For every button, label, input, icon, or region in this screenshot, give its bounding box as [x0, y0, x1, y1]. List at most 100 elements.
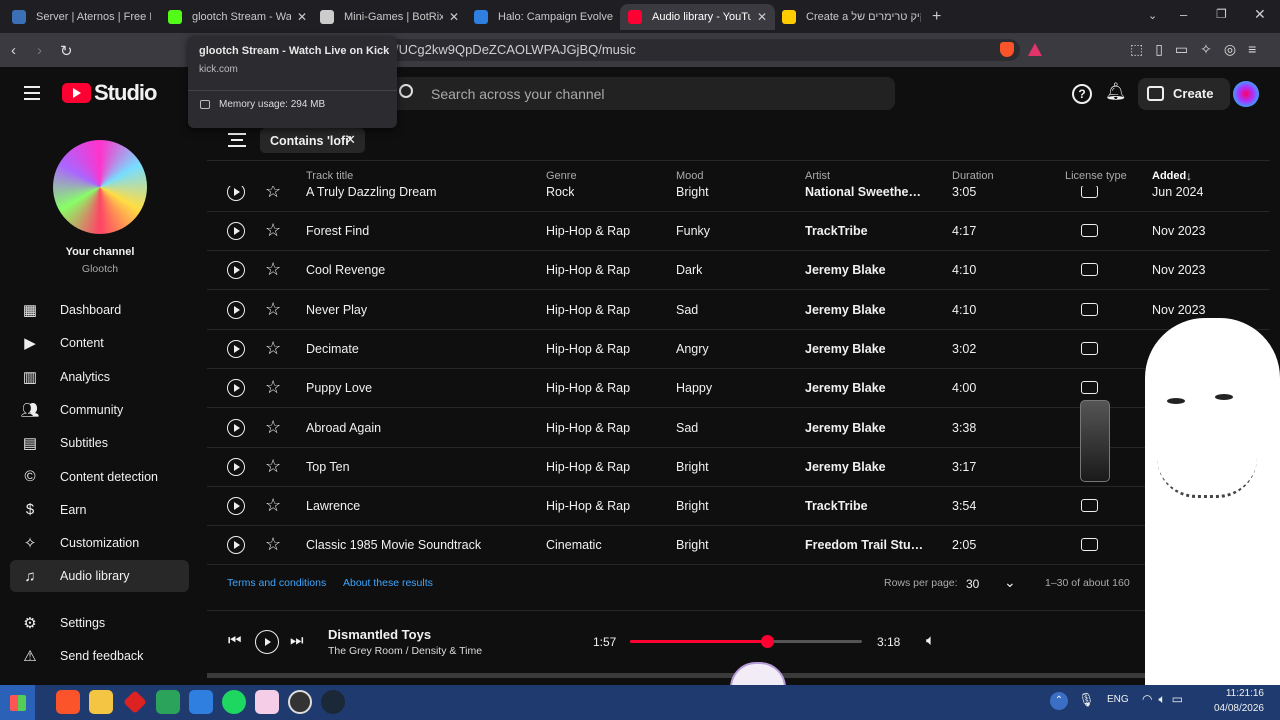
table-row[interactable]: ☆ Classic 1985 Movie Soundtrack Cinematic B… [207, 526, 1270, 566]
column-header[interactable]: Genre [546, 170, 577, 182]
table-row-partial[interactable]: ☆ A Truly Dazzling Dream Rock Bright Nationa… [207, 186, 1270, 212]
progress-track[interactable] [630, 635, 862, 648]
tray-chevron-icon[interactable]: ⌃ [1050, 692, 1068, 710]
start-button[interactable] [0, 685, 35, 720]
next-track-icon[interactable]: ⏭︎ [290, 632, 304, 649]
notifications-bell-icon[interactable]: 🔔︎ [1105, 82, 1127, 102]
star-icon[interactable]: ☆ [265, 496, 281, 514]
tab-5[interactable]: Create a קיק טרימרים של [774, 4, 929, 30]
taskbar-spotify-icon[interactable] [222, 690, 246, 714]
row-play-button[interactable] [227, 536, 245, 555]
account-avatar[interactable] [1233, 81, 1259, 107]
player-play-button[interactable] [255, 630, 279, 654]
volume-icon[interactable]: 🔈︎ [926, 632, 935, 649]
row-play-button[interactable] [227, 497, 245, 516]
progress-knob[interactable] [760, 635, 774, 648]
table-row[interactable]: ☆ Top Ten Hip-Hop & Rap Bright Jeremy Blake 3… [207, 448, 1270, 487]
license-icon[interactable] [1081, 263, 1098, 277]
license-icon[interactable] [1081, 224, 1098, 237]
table-row[interactable]: ☆ Never Play Hip-Hop & Rap Sad Jeremy Blake 4… [207, 291, 1270, 330]
sidebar-item-content[interactable]: ▶ Content [10, 327, 189, 359]
sidebar-item-subtitles[interactable]: ▤ Subtitles [10, 427, 189, 459]
channel-avatar[interactable] [53, 140, 147, 234]
close-icon[interactable]: ✕ [345, 132, 356, 148]
sidebar-item-analytics[interactable]: ▥ Analytics [10, 361, 189, 393]
star-icon[interactable]: ☆ [265, 339, 281, 357]
back-arrow-icon[interactable]: ‹ [11, 42, 16, 59]
sidebar-item-customization[interactable]: ✧ Customization [10, 527, 189, 559]
filter-chip[interactable]: Contains 'lofi' ✕ [260, 128, 365, 153]
star-icon[interactable]: ☆ [265, 300, 281, 318]
taskbar-obs-icon[interactable] [288, 690, 312, 714]
close-tab-icon[interactable]: ✕ [757, 10, 767, 24]
sidebar-item-community[interactable]: 👥︎ Community [10, 394, 189, 426]
close-window-button[interactable]: ✕ [1254, 6, 1266, 23]
rows-per-page-select[interactable]: 30 [966, 577, 979, 591]
help-icon[interactable]: ? [1072, 84, 1092, 104]
horizontal-scrollbar[interactable] [207, 673, 1200, 678]
row-play-button[interactable] [227, 457, 245, 476]
column-header[interactable]: License type [1065, 170, 1127, 182]
taskbar-pink-app-icon[interactable] [255, 690, 279, 714]
row-play-button[interactable] [227, 261, 245, 280]
sidebar-item-dashboard[interactable]: ▦ Dashboard [10, 294, 189, 326]
close-tab-icon[interactable]: ✕ [449, 10, 459, 24]
taskbar-folder-icon[interactable] [89, 690, 113, 714]
star-icon[interactable]: ☆ [265, 378, 281, 396]
star-icon[interactable]: ☆ [265, 418, 281, 436]
create-button[interactable]: Create [1138, 78, 1230, 110]
taskbar-green-app-icon[interactable] [156, 690, 180, 714]
star-icon[interactable]: ☆ [265, 457, 281, 475]
tab-3[interactable]: Halo: Campaign Evolved [466, 4, 621, 30]
brave-shields-icon[interactable] [1000, 42, 1014, 57]
table-row[interactable]: ☆ Abroad Again Hip-Hop & Rap Sad Jeremy Blak… [207, 409, 1270, 448]
star-icon[interactable]: ☆ [265, 186, 281, 200]
column-header[interactable]: Mood [676, 170, 704, 182]
language-indicator[interactable]: ENG [1107, 694, 1129, 705]
filter-icon[interactable] [228, 133, 246, 147]
minimize-button[interactable]: – [1180, 7, 1187, 22]
sidebar-item-earn[interactable]: $ Earn [10, 494, 189, 526]
row-play-button[interactable] [227, 379, 245, 398]
toolbar-icons[interactable]: ⬚▯▭✧◎≡ [1130, 41, 1268, 58]
microphone-icon[interactable]: 🎙︎ [1078, 692, 1095, 708]
tab-4[interactable]: Audio library - YouTu ✕ [620, 4, 775, 30]
previous-track-icon[interactable]: ⏮︎ [228, 632, 242, 649]
maximize-button[interactable]: ❐ [1216, 7, 1227, 21]
tab-1[interactable]: glootch Stream - Wa ✕ [160, 4, 315, 30]
tab-2[interactable]: Mini-Games | BotRix — C ✕ [312, 4, 467, 30]
row-play-button[interactable] [227, 186, 245, 201]
table-row[interactable]: ☆ Decimate Hip-Hop & Rap Angry Jeremy Blake 3… [207, 330, 1270, 369]
license-icon[interactable] [1081, 186, 1098, 198]
sidebar-item-feedback[interactable]: ⚠ Send feedback [10, 640, 189, 672]
star-icon[interactable]: ☆ [265, 221, 281, 239]
column-header[interactable]: Artist [805, 170, 830, 182]
close-tab-icon[interactable]: ✕ [297, 10, 307, 24]
table-row[interactable]: ☆ Puppy Love Hip-Hop & Rap Happy Jeremy Blak… [207, 369, 1270, 409]
about-results-link[interactable]: About these results [343, 577, 433, 589]
star-icon[interactable]: ☆ [265, 535, 281, 553]
tray-icons[interactable]: ◠🔈︎▭ [1142, 692, 1189, 707]
table-row[interactable]: ☆ Lawrence Hip-Hop & Rap Bright TrackTribe 3:… [207, 487, 1270, 527]
license-icon[interactable] [1081, 499, 1098, 513]
license-icon[interactable] [1081, 538, 1098, 552]
sidebar-item-audio-library[interactable]: ♫ Audio library [10, 560, 189, 593]
new-tab-button[interactable]: + [932, 8, 941, 26]
row-play-button[interactable] [227, 300, 245, 319]
column-header[interactable]: Added [1152, 170, 1186, 182]
taskbar-brave-icon[interactable] [56, 690, 80, 714]
taskbar-store-icon[interactable] [189, 690, 213, 714]
forward-arrow-icon[interactable]: › [37, 42, 42, 59]
row-play-button[interactable] [227, 339, 245, 358]
column-header[interactable]: Duration [952, 170, 994, 182]
star-icon[interactable]: ☆ [265, 260, 281, 278]
row-play-button[interactable] [227, 418, 245, 437]
column-header[interactable]: Track title [306, 170, 353, 182]
row-play-button[interactable] [227, 222, 245, 240]
license-icon[interactable] [1081, 341, 1098, 355]
tab-list-chevron-icon[interactable]: ⌄ [1148, 9, 1157, 22]
reload-icon[interactable]: ↻ [60, 42, 73, 60]
table-row[interactable]: ☆ Forest Find Hip-Hop & Rap Funky TrackTribe… [207, 212, 1270, 251]
taskbar-steam-icon[interactable] [321, 690, 345, 714]
license-icon[interactable] [1081, 302, 1098, 316]
